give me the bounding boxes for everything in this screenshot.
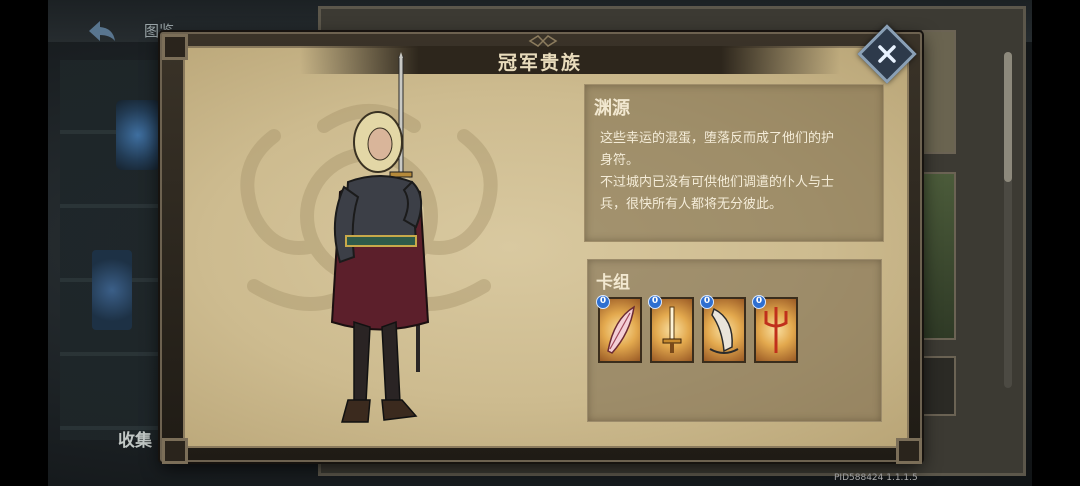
collection-label[interactable]: 收集 — [118, 426, 152, 451]
title-ornament-icon — [528, 35, 558, 47]
right-letterbox — [1032, 0, 1080, 486]
card-cost-badge: 0 — [752, 295, 766, 309]
deck-card-list: 0 0 0 0 — [596, 295, 798, 363]
frame-corner-ornament — [162, 34, 188, 60]
lore-line: 身符。 — [600, 153, 640, 168]
background-lantern — [116, 100, 160, 170]
background-card — [922, 356, 956, 416]
back-arrow-icon[interactable] — [86, 18, 118, 44]
background-card — [922, 172, 956, 340]
frame-corner-ornament — [896, 438, 922, 464]
deck-card[interactable]: 0 — [752, 295, 798, 363]
card-cost-badge: 0 — [700, 295, 714, 309]
lore-line: 不过城内已没有可供他们调遣的仆人与士 — [600, 175, 835, 190]
lore-line: 这些幸运的混蛋，堕落反而成了他们的护 — [600, 131, 835, 146]
card-cost-badge: 0 — [648, 295, 662, 309]
left-letterbox — [0, 0, 48, 486]
lore-heading: 渊源 — [594, 98, 630, 119]
deck-card[interactable]: 0 — [648, 295, 694, 363]
lore-text: 这些幸运的混蛋，堕落反而成了他们的护 身符。 不过城内已没有可供他们调遣的仆人与… — [600, 128, 868, 216]
background-scrollbar-thumb[interactable] — [1004, 52, 1012, 182]
background-card — [922, 30, 956, 154]
version-label: PID588424 1.1.1.5 — [834, 473, 918, 483]
card-cost-badge: 0 — [596, 295, 610, 309]
champion-noble-illustration — [330, 52, 430, 423]
deck-card[interactable]: 0 — [700, 295, 746, 363]
background-lantern — [92, 250, 132, 330]
lore-line: 兵，很快所有人都将无分彼此。 — [600, 197, 783, 212]
frame-corner-ornament — [162, 438, 188, 464]
deck-card[interactable]: 0 — [596, 295, 642, 363]
dialog-title: 冠军贵族 — [497, 52, 582, 74]
deck-heading: 卡组 — [596, 273, 630, 293]
